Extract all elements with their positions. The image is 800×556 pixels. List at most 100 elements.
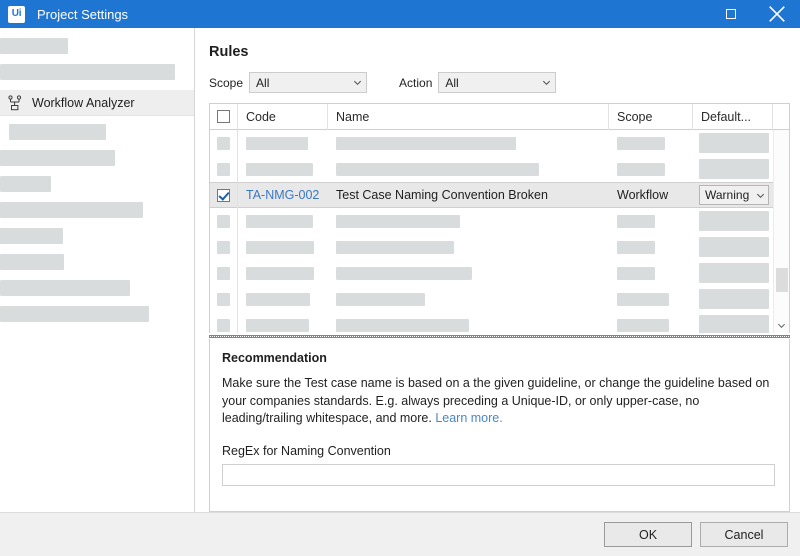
sidebar-redacted-item[interactable] — [0, 38, 68, 54]
ok-button[interactable]: OK — [604, 522, 692, 547]
cell-default-action[interactable] — [693, 133, 773, 153]
row-checkbox[interactable] — [210, 182, 238, 208]
action-filter-value: All — [445, 76, 542, 90]
row-checkbox[interactable] — [210, 312, 238, 333]
column-header-scope[interactable]: Scope — [609, 104, 693, 130]
redacted-value — [217, 319, 230, 332]
maximize-button[interactable] — [708, 0, 754, 28]
close-icon — [769, 6, 785, 22]
redacted-value — [246, 293, 310, 306]
scope-filter-value: All — [256, 76, 353, 90]
cell-scope — [609, 215, 693, 228]
cancel-button[interactable]: Cancel — [700, 522, 788, 547]
window-body: Workflow Analyzer Rules Scope All — [0, 28, 800, 512]
select-all-checkbox[interactable] — [210, 104, 238, 130]
learn-more-link[interactable]: Learn more. — [435, 411, 502, 425]
column-header-name[interactable]: Name — [328, 104, 609, 130]
regex-input[interactable] — [222, 464, 775, 486]
redacted-value — [617, 137, 665, 150]
cell-default-action[interactable]: Warning — [693, 185, 773, 205]
redacted-value — [699, 237, 769, 257]
cell-scope — [609, 137, 693, 150]
sidebar-redacted-item[interactable] — [0, 64, 175, 80]
table-row[interactable] — [210, 260, 789, 286]
scope-filter-select[interactable]: All — [249, 72, 367, 93]
column-header-code[interactable]: Code — [238, 104, 328, 130]
chevron-down-icon — [542, 78, 551, 87]
cell-default-action[interactable] — [693, 159, 773, 179]
sidebar-redacted-item[interactable] — [0, 150, 115, 166]
cell-default-action[interactable] — [693, 263, 773, 283]
redacted-value — [617, 319, 669, 332]
redacted-value — [617, 163, 665, 176]
cell-default-action[interactable] — [693, 315, 773, 333]
sidebar-redacted-item[interactable] — [0, 176, 51, 192]
checkbox-icon — [217, 110, 230, 123]
table-scrollbar[interactable] — [773, 130, 789, 333]
row-checkbox[interactable] — [210, 234, 238, 260]
table-row[interactable] — [210, 130, 789, 156]
sidebar-redacted-item[interactable] — [0, 306, 149, 322]
cell-scope: Workflow — [609, 188, 693, 202]
redacted-value — [336, 241, 454, 254]
redacted-value — [336, 215, 460, 228]
splitter-grip-icon — [209, 335, 790, 338]
row-checkbox[interactable] — [210, 286, 238, 312]
close-button[interactable] — [754, 0, 800, 28]
severity-select[interactable]: Warning — [699, 185, 769, 205]
project-settings-window: Ui Project Settings — [0, 0, 800, 556]
cell-default-action[interactable] — [693, 289, 773, 309]
table-row[interactable]: TA-NMG-002Test Case Naming Convention Br… — [210, 182, 789, 208]
sidebar-item-label: Workflow Analyzer — [32, 96, 135, 110]
checkbox-icon — [217, 189, 230, 202]
table-body: TA-NMG-002Test Case Naming Convention Br… — [210, 130, 789, 333]
row-checkbox[interactable] — [210, 156, 238, 182]
cell-name — [328, 241, 609, 254]
redacted-value — [246, 319, 309, 332]
window-controls — [708, 0, 800, 28]
maximize-icon — [726, 9, 736, 19]
redacted-value — [617, 215, 655, 228]
redacted-value — [699, 315, 769, 333]
redacted-value — [699, 263, 769, 283]
table-row[interactable] — [210, 286, 789, 312]
sidebar-redacted-item[interactable] — [0, 280, 130, 296]
chevron-down-icon — [353, 78, 362, 87]
column-header-default[interactable]: Default... — [693, 104, 773, 130]
redacted-value — [246, 241, 314, 254]
redacted-value — [336, 267, 472, 280]
chevron-down-icon — [756, 191, 765, 200]
table-row[interactable] — [210, 156, 789, 182]
scope-filter-label: Scope — [209, 76, 243, 90]
cell-code — [238, 267, 328, 280]
redacted-value — [217, 215, 230, 228]
cell-scope — [609, 241, 693, 254]
row-checkbox[interactable] — [210, 130, 238, 156]
page-title: Rules — [209, 44, 790, 60]
cell-name: Test Case Naming Convention Broken — [328, 188, 609, 202]
table-row[interactable] — [210, 234, 789, 260]
redacted-value — [246, 267, 314, 280]
table-row[interactable] — [210, 312, 789, 333]
action-filter-select[interactable]: All — [438, 72, 556, 93]
redacted-value — [336, 319, 469, 332]
redacted-value — [217, 241, 230, 254]
scroll-down-button[interactable] — [774, 317, 789, 333]
table-row[interactable] — [210, 208, 789, 234]
row-checkbox[interactable] — [210, 260, 238, 286]
sidebar-redacted-item[interactable] — [0, 228, 63, 244]
cell-default-action[interactable] — [693, 237, 773, 257]
cell-default-action[interactable] — [693, 211, 773, 231]
sidebar-item-workflow-analyzer[interactable]: Workflow Analyzer — [0, 90, 194, 116]
redacted-value — [217, 293, 230, 306]
cell-code — [238, 137, 328, 150]
redacted-value — [699, 289, 769, 309]
sidebar-redacted-item[interactable] — [0, 202, 143, 218]
redacted-value — [217, 163, 230, 176]
sidebar-redacted-item[interactable] — [0, 254, 64, 270]
severity-value: Warning — [705, 188, 756, 202]
redacted-value — [336, 137, 516, 150]
scrollbar-thumb[interactable] — [776, 268, 788, 292]
row-checkbox[interactable] — [210, 208, 238, 234]
sidebar-redacted-item[interactable] — [9, 124, 106, 140]
